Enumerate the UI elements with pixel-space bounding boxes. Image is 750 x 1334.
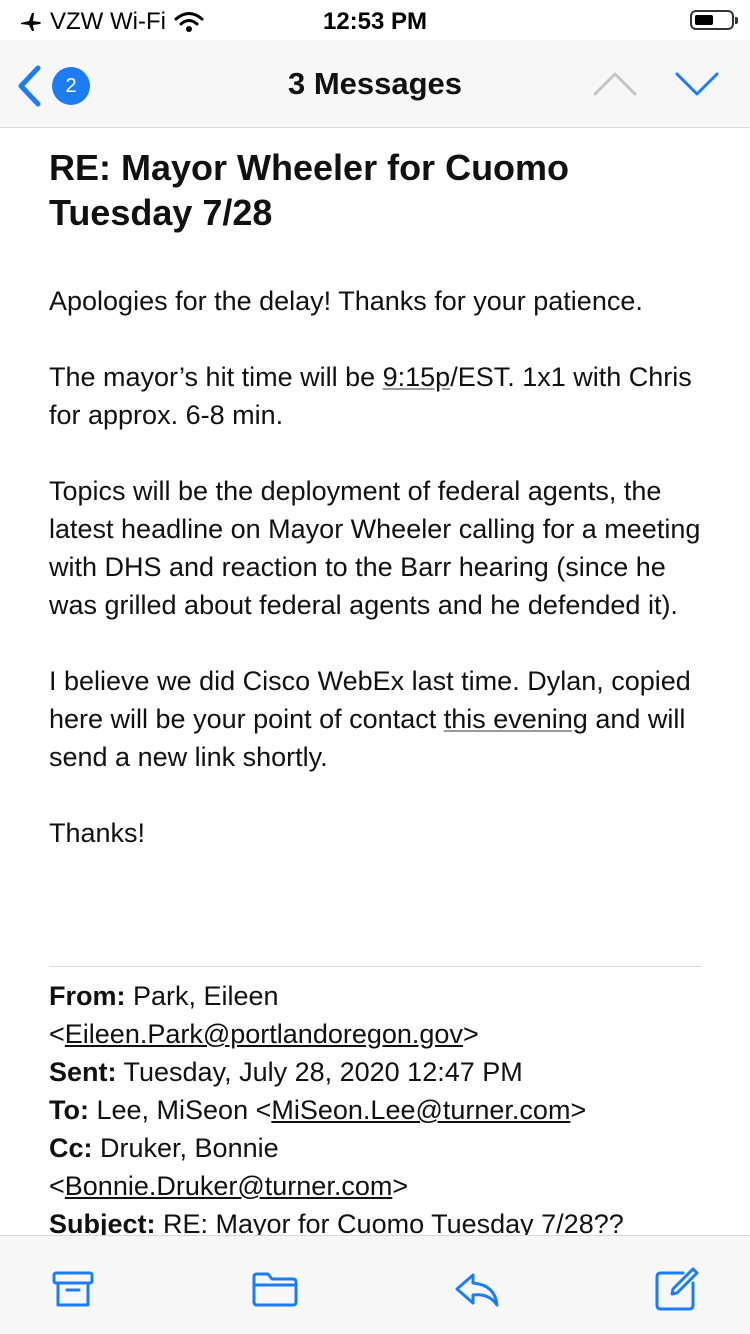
archive-icon <box>52 1271 94 1307</box>
quoted-sent: Sent: Tuesday, July 28, 2020 12:47 PM <box>49 1053 719 1091</box>
to-email-link[interactable]: MiSeon.Lee@turner.com <box>271 1095 570 1125</box>
reply-icon <box>455 1273 499 1307</box>
compose-icon <box>655 1267 699 1311</box>
subject-label: Subject: <box>49 1209 156 1235</box>
chevron-down-icon[interactable] <box>674 68 720 98</box>
folder-icon <box>252 1272 298 1307</box>
sent-value: Tuesday, July 28, 2020 12:47 PM <box>116 1057 523 1087</box>
message-subject: RE: Mayor Wheeler for Cuomo Tuesday 7/28 <box>49 147 570 233</box>
cc-label: Cc: <box>49 1133 93 1163</box>
quoted-headers: From: Park, Eileen <Eileen.Park@portland… <box>49 977 719 1235</box>
sent-label: Sent: <box>49 1057 117 1087</box>
bottom-toolbar <box>0 1235 750 1334</box>
body-paragraph: I believe we did Cisco WebEx last time. … <box>49 662 719 776</box>
status-time: 12:53 PM <box>322 8 428 35</box>
time-detected-link[interactable]: 9:15p <box>383 362 451 392</box>
body-paragraph: Thanks! <box>49 818 146 848</box>
subject-value: RE: Mayor for Cuomo Tuesday 7/28?? <box>155 1209 624 1235</box>
reply-button[interactable] <box>452 1264 502 1314</box>
from-label: From: <box>49 981 126 1011</box>
from-email-link[interactable]: Eileen.Park@portlandoregon.gov <box>65 1019 463 1049</box>
cc-email-link[interactable]: Bonnie.Druker@turner.com <box>65 1171 393 1201</box>
to-label: To: <box>49 1095 89 1125</box>
from-name: Park, Eileen <box>125 981 279 1011</box>
quoted-from: From: Park, Eileen <Eileen.Park@portland… <box>49 981 479 1049</box>
compose-button[interactable] <box>652 1264 702 1314</box>
quoted-cc: Cc: Druker, Bonnie <Bonnie.Druker@turner… <box>49 1133 409 1201</box>
body-paragraph: The mayor’s hit time will be 9:15p/EST. … <box>49 358 719 434</box>
cc-name: Druker, Bonnie <box>92 1133 279 1163</box>
date-detected-link[interactable]: this evening <box>444 704 588 734</box>
message-content[interactable]: RE: Mayor Wheeler for Cuomo Tuesday 7/28… <box>0 129 750 1235</box>
message-body: Apologies for the delay! Thanks for your… <box>49 282 719 890</box>
status-bar: VZW Wi-Fi 12:53 PM <box>0 0 750 40</box>
to-name: Lee, MiSeon <box>88 1095 256 1125</box>
chevron-up-icon[interactable] <box>592 68 638 98</box>
archive-button[interactable] <box>48 1264 98 1314</box>
quote-divider <box>49 966 702 967</box>
body-text-span: The mayor’s hit time will be <box>49 362 383 392</box>
battery-icon <box>690 10 738 30</box>
quoted-to: To: Lee, MiSeon <MiSeon.Lee@turner.com> <box>49 1095 587 1125</box>
nav-bar: 2 3 Messages <box>0 40 750 128</box>
move-to-folder-button[interactable] <box>250 1264 300 1314</box>
quoted-subject: Subject: RE: Mayor for Cuomo Tuesday 7/2… <box>49 1205 719 1235</box>
body-paragraph: Topics will be the deployment of federal… <box>49 476 701 620</box>
body-paragraph: Apologies for the delay! Thanks for your… <box>49 286 643 316</box>
